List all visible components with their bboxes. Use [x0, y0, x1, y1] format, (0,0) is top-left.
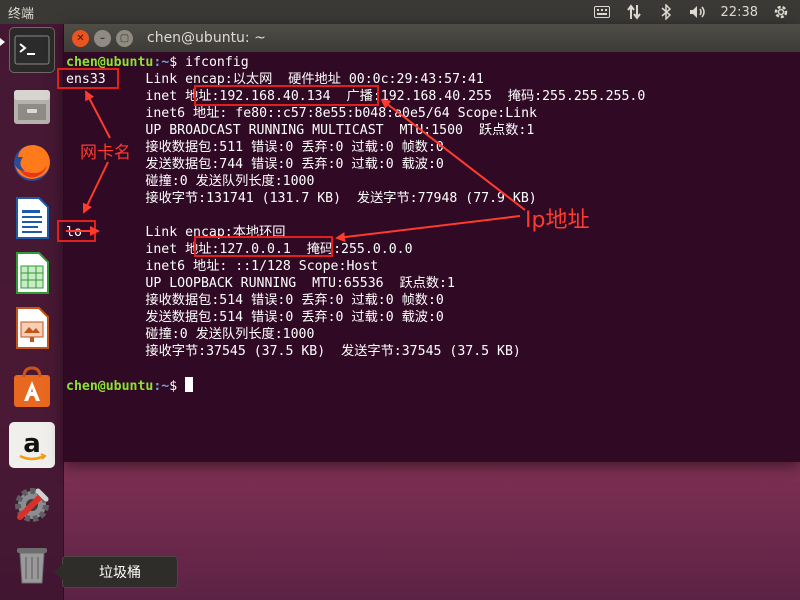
system-tray: 22:38 — [593, 4, 800, 20]
terminal-title: chen@ubuntu: ~ — [147, 30, 266, 46]
output-line: 接收字节:131741 (131.7 KB) 发送字节:77948 (77.9 … — [66, 191, 537, 206]
prompt-line: chen@ubuntu:~$ — [66, 377, 194, 394]
launcher-software[interactable] — [6, 361, 58, 413]
launcher-writer[interactable] — [6, 192, 58, 244]
writer-icon — [9, 195, 55, 241]
ip-address-box-lo — [194, 236, 333, 257]
nic-name-label: 网卡名 — [80, 143, 131, 163]
launcher-impress[interactable] — [6, 302, 58, 354]
top-panel: 终端 22:38 — [0, 0, 800, 24]
prompt-user: chen@ubuntu — [66, 379, 154, 394]
launcher: a — [0, 24, 64, 600]
output-line: 发送数据包:514 错误:0 丢弃:0 过载:0 载波:0 — [66, 310, 444, 325]
nic-name-box-lo — [57, 220, 96, 242]
prompt-path: :~ — [153, 379, 170, 394]
bluetooth-icon[interactable] — [657, 4, 675, 20]
launcher-settings[interactable] — [6, 479, 58, 531]
launcher-trash[interactable] — [6, 538, 58, 590]
app-title: 终端 — [8, 6, 35, 22]
prompt-symbol: $ — [169, 379, 186, 394]
minimize-button[interactable]: – — [94, 29, 111, 47]
ip-address-label: Ip地址 — [525, 208, 590, 233]
output-line: UP BROADCAST RUNNING MULTICAST MTU:1500 … — [66, 123, 535, 138]
launcher-firefox[interactable] — [6, 137, 58, 189]
output-line: inet6 地址: fe80::c57:8e55:b048:a0e5/64 Sc… — [66, 106, 537, 121]
network-icon[interactable] — [625, 4, 643, 20]
output-line: 碰撞:0 发送队列长度:1000 — [66, 327, 323, 342]
output-line: 接收数据包:514 错误:0 丢弃:0 过载:0 帧数:0 — [66, 293, 444, 308]
trash-tooltip: 垃圾桶 — [54, 556, 178, 588]
keyboard-icon[interactable] — [593, 4, 611, 20]
svg-text:a: a — [23, 429, 41, 459]
command-text: ifconfig — [185, 55, 249, 70]
output-line: inet6 地址: ::1/128 Scope:Host — [66, 259, 379, 274]
launcher-files[interactable] — [6, 80, 58, 132]
prompt-symbol: $ — [169, 55, 186, 70]
calc-icon — [9, 250, 55, 296]
volume-icon[interactable] — [689, 4, 707, 20]
launcher-amazon[interactable]: a — [6, 419, 58, 471]
amazon-icon: a — [9, 422, 55, 468]
active-indicator — [0, 38, 5, 46]
terminal-icon — [9, 27, 55, 73]
launcher-calc[interactable] — [6, 247, 58, 299]
clock[interactable]: 22:38 — [721, 5, 758, 20]
gear-icon[interactable] — [772, 4, 790, 20]
close-button[interactable]: ✕ — [72, 29, 89, 47]
trash-icon — [9, 541, 55, 587]
text-cursor — [185, 377, 194, 392]
maximize-button[interactable]: ▢ — [116, 29, 133, 47]
output-line: UP LOOPBACK RUNNING MTU:65536 跃点数:1 — [66, 276, 455, 291]
nic-name-box-ens33 — [57, 68, 119, 89]
files-icon — [9, 83, 55, 129]
settings-icon — [9, 482, 55, 528]
firefox-icon — [9, 140, 55, 186]
launcher-terminal[interactable] — [6, 24, 58, 76]
terminal-titlebar[interactable]: ✕ – ▢ chen@ubuntu: ~ — [64, 24, 800, 52]
impress-icon — [9, 305, 55, 351]
prompt-path: :~ — [153, 55, 170, 70]
software-icon — [9, 364, 55, 410]
ip-address-box-ens33 — [194, 85, 379, 106]
output-line: 碰撞:0 发送队列长度:1000 — [66, 174, 323, 189]
terminal-window[interactable]: ✕ – ▢ chen@ubuntu: ~ chen@ubuntu:~$ ifco… — [64, 24, 800, 462]
output-line: 接收字节:37545 (37.5 KB) 发送字节:37545 (37.5 KB… — [66, 344, 521, 359]
